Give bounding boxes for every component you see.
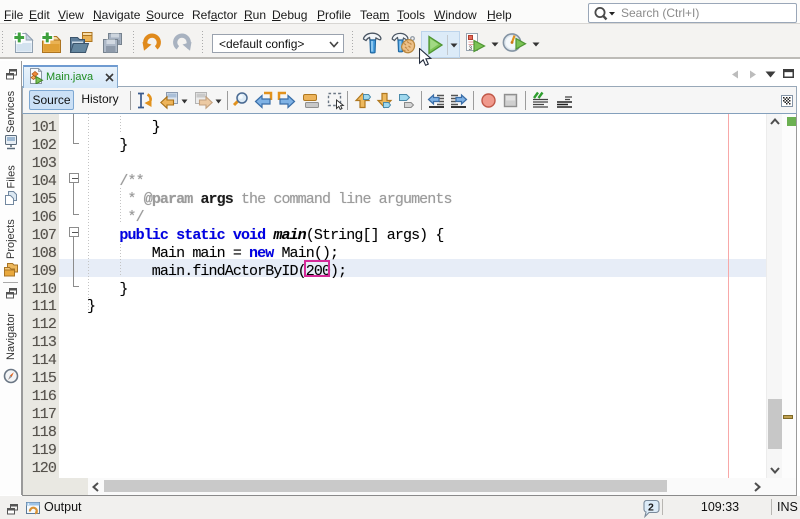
svg-text:3: 3 xyxy=(469,45,473,52)
svg-text:2: 2 xyxy=(648,502,654,514)
